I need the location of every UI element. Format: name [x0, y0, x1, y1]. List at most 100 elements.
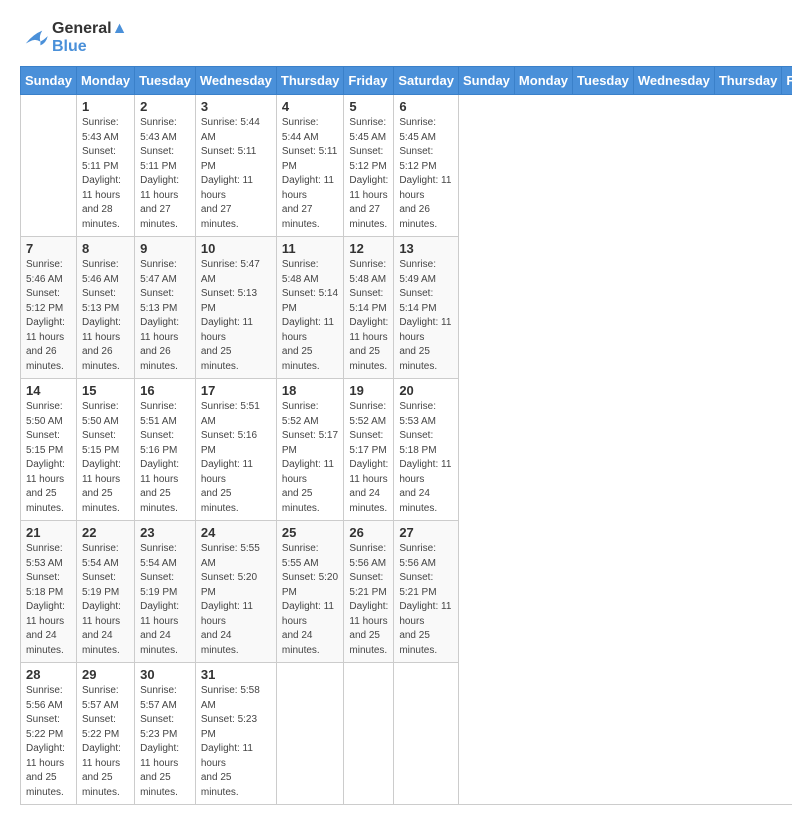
day-info: Sunrise: 5:55 AM Sunset: 5:20 PM Dayligh…	[282, 542, 339, 658]
day-number: 29	[82, 667, 129, 682]
week-row-2: 7Sunrise: 5:46 AM Sunset: 5:12 PM Daylig…	[21, 237, 792, 379]
day-info: Sunrise: 5:47 AM Sunset: 5:13 PM Dayligh…	[201, 258, 271, 374]
day-info: Sunrise: 5:58 AM Sunset: 5:23 PM Dayligh…	[201, 684, 271, 800]
day-number: 5	[349, 99, 388, 114]
day-number: 23	[140, 525, 190, 540]
day-number: 31	[201, 667, 271, 682]
day-number: 15	[82, 383, 129, 398]
day-info: Sunrise: 5:49 AM Sunset: 5:14 PM Dayligh…	[399, 258, 453, 374]
day-info: Sunrise: 5:44 AM Sunset: 5:11 PM Dayligh…	[201, 116, 271, 232]
header-sunday: Sunday	[21, 67, 77, 95]
day-number: 17	[201, 383, 271, 398]
day-info: Sunrise: 5:44 AM Sunset: 5:11 PM Dayligh…	[282, 116, 339, 232]
calendar-cell: 14 Sunrise: 5:50 AM Sunset: 5:15 PM Dayli…	[21, 379, 77, 521]
page-header: General▲ Blue	[20, 20, 772, 56]
calendar-cell: 13 Sunrise: 5:49 AM Sunset: 5:14 PM Dayli…	[394, 237, 459, 379]
day-info: Sunrise: 5:54 AM Sunset: 5:19 PM Dayligh…	[140, 542, 190, 658]
day-number: 19	[349, 383, 388, 398]
header-thursday: Thursday	[276, 67, 344, 95]
calendar-cell: 17 Sunrise: 5:51 AM Sunset: 5:16 PM Dayli…	[195, 379, 276, 521]
day-info: Sunrise: 5:51 AM Sunset: 5:16 PM Dayligh…	[140, 400, 190, 516]
day-info: Sunrise: 5:57 AM Sunset: 5:23 PM Dayligh…	[140, 684, 190, 800]
day-info: Sunrise: 5:54 AM Sunset: 5:19 PM Dayligh…	[82, 542, 129, 658]
calendar-cell: 9 Sunrise: 5:47 AM Sunset: 5:13 PM Daylig…	[135, 237, 196, 379]
day-info: Sunrise: 5:51 AM Sunset: 5:16 PM Dayligh…	[201, 400, 271, 516]
calendar-cell: 28 Sunrise: 5:56 AM Sunset: 5:22 PM Dayli…	[21, 663, 77, 805]
calendar-cell: 26 Sunrise: 5:56 AM Sunset: 5:21 PM Dayli…	[344, 521, 394, 663]
week-row-4: 21 Sunrise: 5:53 AM Sunset: 5:18 PM Dayli…	[21, 521, 792, 663]
calendar-cell: 15Sunrise: 5:50 AM Sunset: 5:15 PM Dayli…	[76, 379, 134, 521]
calendar-cell	[276, 663, 344, 805]
week-row-3: 14 Sunrise: 5:50 AM Sunset: 5:15 PM Dayli…	[21, 379, 792, 521]
calendar-cell: 8 Sunrise: 5:46 AM Sunset: 5:13 PM Daylig…	[76, 237, 134, 379]
day-number: 11	[282, 241, 339, 256]
calendar-cell: 22Sunrise: 5:54 AM Sunset: 5:19 PM Dayli…	[76, 521, 134, 663]
calendar-cell: 20 Sunrise: 5:53 AM Sunset: 5:18 PM Dayli…	[394, 379, 459, 521]
header-saturday: Saturday	[394, 67, 459, 95]
calendar-cell: 21 Sunrise: 5:53 AM Sunset: 5:18 PM Dayli…	[21, 521, 77, 663]
day-info: Sunrise: 5:56 AM Sunset: 5:21 PM Dayligh…	[399, 542, 453, 658]
header-friday: Friday	[344, 67, 394, 95]
day-number: 9	[140, 241, 190, 256]
day-number: 3	[201, 99, 271, 114]
col-header-monday: Monday	[514, 67, 572, 95]
calendar-cell: 6Sunrise: 5:45 AM Sunset: 5:12 PM Daylig…	[394, 95, 459, 237]
day-number: 30	[140, 667, 190, 682]
day-number: 18	[282, 383, 339, 398]
day-number: 1	[82, 99, 129, 114]
header-row: SundayMondayTuesdayWednesdayThursdayFrid…	[21, 67, 792, 95]
calendar-cell: 29Sunrise: 5:57 AM Sunset: 5:22 PM Dayli…	[76, 663, 134, 805]
calendar-cell: 24Sunrise: 5:55 AM Sunset: 5:20 PM Dayli…	[195, 521, 276, 663]
day-info: Sunrise: 5:56 AM Sunset: 5:21 PM Dayligh…	[349, 542, 388, 658]
header-wednesday: Wednesday	[195, 67, 276, 95]
day-info: Sunrise: 5:50 AM Sunset: 5:15 PM Dayligh…	[26, 400, 71, 516]
calendar-table: SundayMondayTuesdayWednesdayThursdayFrid…	[20, 66, 792, 805]
day-info: Sunrise: 5:45 AM Sunset: 5:12 PM Dayligh…	[399, 116, 453, 232]
day-number: 20	[399, 383, 453, 398]
calendar-cell	[394, 663, 459, 805]
logo: General▲ Blue	[20, 20, 127, 56]
calendar-cell	[344, 663, 394, 805]
day-info: Sunrise: 5:45 AM Sunset: 5:12 PM Dayligh…	[349, 116, 388, 232]
day-number: 10	[201, 241, 271, 256]
calendar-cell: 2Sunrise: 5:43 AM Sunset: 5:11 PM Daylig…	[135, 95, 196, 237]
day-info: Sunrise: 5:56 AM Sunset: 5:22 PM Dayligh…	[26, 684, 71, 800]
week-row-1: 1 Sunrise: 5:43 AM Sunset: 5:11 PM Daylig…	[21, 95, 792, 237]
header-monday: Monday	[76, 67, 134, 95]
col-header-thursday: Thursday	[714, 67, 782, 95]
day-info: Sunrise: 5:43 AM Sunset: 5:11 PM Dayligh…	[140, 116, 190, 232]
day-number: 14	[26, 383, 71, 398]
col-header-tuesday: Tuesday	[573, 67, 634, 95]
day-info: Sunrise: 5:43 AM Sunset: 5:11 PM Dayligh…	[82, 116, 129, 232]
col-header-sunday: Sunday	[458, 67, 514, 95]
day-info: Sunrise: 5:46 AM Sunset: 5:13 PM Dayligh…	[82, 258, 129, 374]
calendar-cell	[21, 95, 77, 237]
day-info: Sunrise: 5:53 AM Sunset: 5:18 PM Dayligh…	[26, 542, 71, 658]
logo-text: General▲ Blue	[52, 20, 127, 56]
day-info: Sunrise: 5:48 AM Sunset: 5:14 PM Dayligh…	[282, 258, 339, 374]
calendar-cell: 5 Sunrise: 5:45 AM Sunset: 5:12 PM Daylig…	[344, 95, 394, 237]
day-number: 24	[201, 525, 271, 540]
calendar-cell: 7Sunrise: 5:46 AM Sunset: 5:12 PM Daylig…	[21, 237, 77, 379]
day-number: 26	[349, 525, 388, 540]
day-info: Sunrise: 5:52 AM Sunset: 5:17 PM Dayligh…	[282, 400, 339, 516]
day-info: Sunrise: 5:47 AM Sunset: 5:13 PM Dayligh…	[140, 258, 190, 374]
day-info: Sunrise: 5:52 AM Sunset: 5:17 PM Dayligh…	[349, 400, 388, 516]
day-info: Sunrise: 5:53 AM Sunset: 5:18 PM Dayligh…	[399, 400, 453, 516]
day-number: 13	[399, 241, 453, 256]
day-number: 25	[282, 525, 339, 540]
calendar-cell: 4 Sunrise: 5:44 AM Sunset: 5:11 PM Daylig…	[276, 95, 344, 237]
day-number: 8	[82, 241, 129, 256]
day-number: 16	[140, 383, 190, 398]
day-number: 4	[282, 99, 339, 114]
logo-icon	[20, 27, 48, 49]
day-number: 21	[26, 525, 71, 540]
calendar-cell: 10 Sunrise: 5:47 AM Sunset: 5:13 PM Dayli…	[195, 237, 276, 379]
calendar-cell: 25 Sunrise: 5:55 AM Sunset: 5:20 PM Dayli…	[276, 521, 344, 663]
day-info: Sunrise: 5:48 AM Sunset: 5:14 PM Dayligh…	[349, 258, 388, 374]
day-number: 28	[26, 667, 71, 682]
calendar-cell: 3 Sunrise: 5:44 AM Sunset: 5:11 PM Daylig…	[195, 95, 276, 237]
calendar-cell: 12Sunrise: 5:48 AM Sunset: 5:14 PM Dayli…	[344, 237, 394, 379]
col-header-friday: Friday	[782, 67, 792, 95]
calendar-cell: 18 Sunrise: 5:52 AM Sunset: 5:17 PM Dayli…	[276, 379, 344, 521]
